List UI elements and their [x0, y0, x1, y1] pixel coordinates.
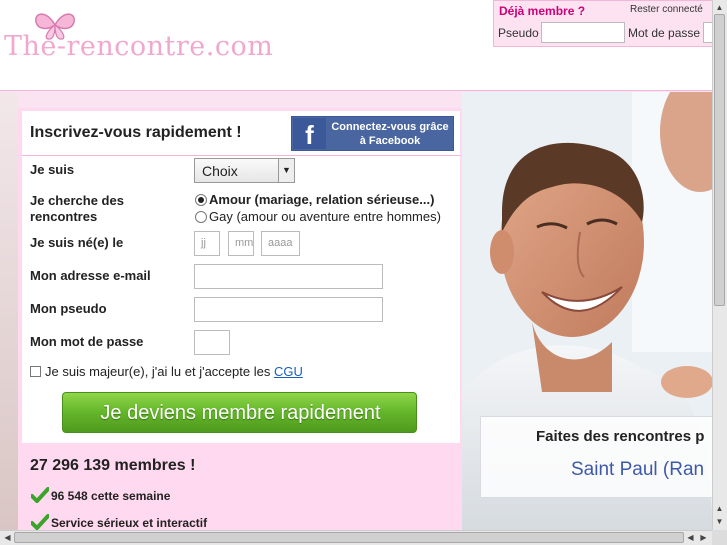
- radio-gay[interactable]: [195, 211, 207, 223]
- scroll-right-icon[interactable]: ▶: [697, 531, 710, 544]
- email-field[interactable]: [194, 264, 383, 289]
- cgu-text: Je suis majeur(e), j'ai lu et j'accepte …: [45, 364, 271, 379]
- email-label: Mon adresse e-mail: [30, 268, 151, 283]
- login-box: Déjà membre ? Rester connecté Pseudo Mot…: [493, 0, 727, 47]
- horizontal-scroll-thumb[interactable]: [14, 532, 684, 543]
- password-label: Mon mot de passe: [30, 334, 144, 349]
- login-pseudo-input[interactable]: [541, 22, 625, 43]
- login-password-label: Mot de passe: [628, 26, 701, 40]
- signup-button-label: Je deviens membre rapidement: [100, 402, 381, 424]
- members-count: 27 296 139 membres !: [30, 457, 196, 474]
- stat-service: Service sérieux et interactif: [51, 516, 208, 530]
- scroll-up-icon[interactable]: ▲: [713, 1, 726, 14]
- scroll-left-icon[interactable]: ◀: [684, 531, 697, 544]
- pseudo-field[interactable]: [194, 297, 383, 322]
- pseudo-label: Mon pseudo: [30, 301, 107, 316]
- signup-button[interactable]: Je deviens membre rapidement: [62, 392, 417, 433]
- checkmark-icon: [31, 514, 49, 530]
- password-field[interactable]: [194, 330, 230, 355]
- radio-gay-label[interactable]: Gay (amour ou aventure entre hommes): [209, 209, 441, 224]
- birthdate-label: Je suis né(e) le: [30, 235, 124, 250]
- login-title: Déjà membre ?: [499, 4, 586, 18]
- vertical-scroll-thumb[interactable]: [714, 14, 725, 306]
- radio-amour-label[interactable]: Amour (mariage, relation sérieuse...): [209, 192, 434, 207]
- je-suis-label: Je suis: [30, 162, 75, 177]
- cgu-label: Je suis majeur(e), j'ai lu et j'accepte …: [45, 364, 303, 379]
- stat-week: 96 548 cette semaine: [51, 489, 171, 503]
- cherche-label: Je cherche des rencontres: [30, 193, 124, 224]
- location-overlay: Faites des rencontres p Saint Paul (Ran: [480, 416, 727, 498]
- form-title: Inscrivez-vous rapidement !: [30, 124, 242, 141]
- scroll-down-icon[interactable]: ▼: [713, 515, 726, 528]
- scrollbar-corner: [712, 530, 727, 545]
- logo-text: The-rencontre.com: [4, 31, 274, 62]
- chevron-down-icon: ▼: [278, 159, 294, 182]
- form-divider: [22, 155, 460, 156]
- facebook-icon: f: [293, 118, 326, 150]
- birth-year-input[interactable]: aaaa: [261, 231, 300, 256]
- facebook-button-label: Connectez-vous grâce à Facebook: [331, 121, 449, 147]
- birth-month-input[interactable]: mm: [228, 231, 254, 256]
- birth-day-input[interactable]: jj: [194, 231, 220, 256]
- scroll-left-icon[interactable]: ◀: [1, 531, 14, 544]
- select-value: Choix: [202, 163, 238, 179]
- login-pseudo-label: Pseudo: [498, 26, 539, 40]
- cgu-checkbox[interactable]: [30, 366, 41, 377]
- radio-amour[interactable]: [195, 194, 207, 206]
- overlay-title: Faites des rencontres p: [536, 428, 705, 445]
- background-photo-left: [0, 92, 18, 530]
- cgu-link[interactable]: CGU: [274, 364, 303, 379]
- scroll-up-icon[interactable]: ▲: [713, 502, 726, 515]
- facebook-connect-button[interactable]: f Connectez-vous grâce à Facebook: [291, 116, 454, 151]
- checkmark-icon: [31, 487, 49, 503]
- stay-connected-label[interactable]: Rester connecté: [630, 4, 703, 15]
- overlay-city[interactable]: Saint Paul (Ran: [571, 459, 704, 481]
- je-suis-select[interactable]: Choix ▼: [194, 158, 295, 183]
